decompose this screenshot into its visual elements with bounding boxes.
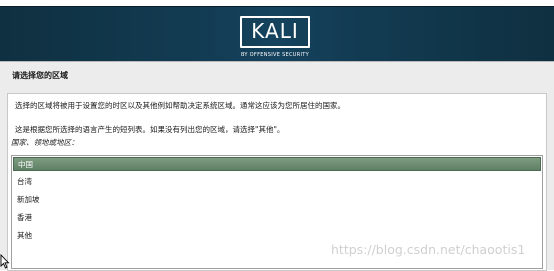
- description-line-2: 这是根据您所选择的语言产生的短列表。如果没有列出您的区域，请选择"其他"。: [15, 125, 285, 134]
- installer-content: 请选择您的区域 选择的区域将被用于设置您的时区以及其他例如帮助决定系统区域。通常…: [0, 61, 554, 271]
- watermark-text: https://blog.csdn.net/chaootis1: [331, 242, 526, 257]
- kali-logo-text: KALI: [251, 19, 299, 43]
- list-item-china[interactable]: 中国: [13, 157, 541, 171]
- list-item-other[interactable]: 其他: [13, 229, 541, 243]
- location-list-label: 国家、领地或地区：: [11, 138, 79, 147]
- list-item-singapore[interactable]: 新加坡: [13, 193, 541, 207]
- kali-logo-subtext: BY OFFENSIVE SECURITY: [240, 52, 310, 58]
- page-title: 请选择您的区域: [12, 71, 68, 80]
- kali-header-banner: KALI BY OFFENSIVE SECURITY: [0, 6, 554, 61]
- list-item-hong-kong[interactable]: 香港: [13, 211, 541, 225]
- mouse-pointer-icon: [0, 254, 10, 269]
- kali-logo: KALI BY OFFENSIVE SECURITY: [240, 16, 314, 58]
- description-line-1: 选择的区域将被用于设置您的时区以及其他例如帮助决定系统区域。通常这应该为您所居住…: [15, 101, 345, 110]
- list-item-taiwan[interactable]: 台湾: [13, 175, 541, 189]
